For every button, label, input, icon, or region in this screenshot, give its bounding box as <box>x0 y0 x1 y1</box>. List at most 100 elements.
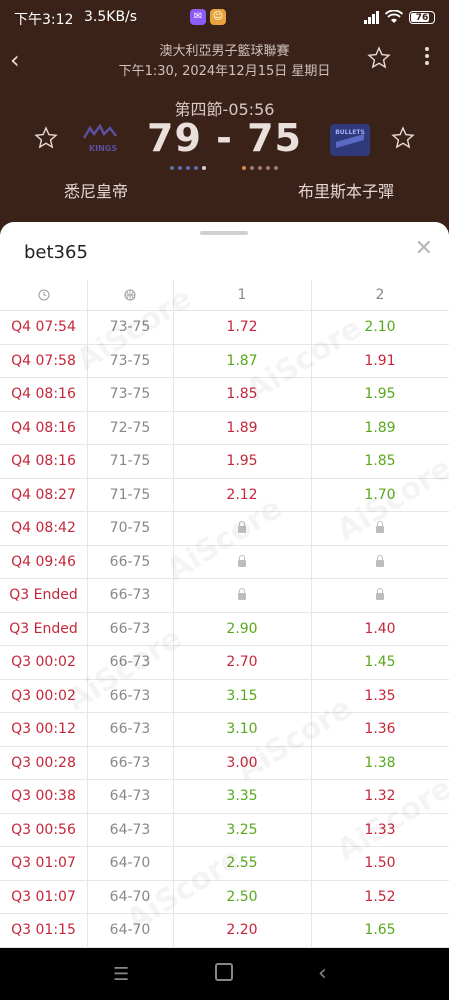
odds1-value: 2.12 <box>226 486 258 503</box>
row-score: 66-73 <box>109 587 151 603</box>
match-score: 79 - 75 <box>147 116 302 160</box>
row-time: Q4 09:46 <box>11 553 76 570</box>
row-score: 66-73 <box>109 687 151 704</box>
odds-table-row[interactable]: Q3 01:07 64-70 2.50 1.52 <box>0 881 449 914</box>
battery-icon: 76 <box>409 10 435 24</box>
svg-text:BULLETS: BULLETS <box>335 129 365 136</box>
odds1-value: 3.25 <box>226 821 258 838</box>
row-score: 64-73 <box>109 788 151 804</box>
more-options-icon[interactable] <box>425 44 431 68</box>
odds2-value: 1.40 <box>364 620 396 637</box>
odds2-value: 1.32 <box>364 788 396 804</box>
row-score: 71-75 <box>109 453 151 469</box>
odds-bottom-sheet: bet365 ✕ 1 2 Q4 07:54 73-75 1.72 2.10 Q4 07:… <box>0 222 449 948</box>
odds-table-row[interactable]: Q4 08:16 71-75 1.95 1.85 <box>0 445 449 479</box>
odds1-column-header: 1 <box>237 287 247 303</box>
odds-table-row[interactable]: Q3 01:07 64-70 2.55 1.50 <box>0 847 449 881</box>
odds1-value: 3.15 <box>226 687 258 704</box>
score-column-basketball-icon <box>87 280 173 310</box>
odds-table-row[interactable]: Q3 Ended 66-73 2.90 1.40 <box>0 613 449 646</box>
row-time: Q3 00:12 <box>11 721 76 737</box>
row-score: 71-75 <box>109 486 151 503</box>
odds2-value: 1.33 <box>364 821 396 838</box>
home-nav-icon[interactable] <box>215 963 233 986</box>
row-score: 73-75 <box>109 352 151 369</box>
row-score: 66-73 <box>109 654 151 670</box>
odds1-value: 3.10 <box>226 721 258 737</box>
odds1-value: 1.87 <box>226 352 258 369</box>
away-possession-dots <box>242 166 278 170</box>
wifi-icon <box>385 10 403 23</box>
network-speed: 3.5KB/s <box>84 9 138 25</box>
close-icon[interactable]: ✕ <box>415 236 433 261</box>
odds-table-row[interactable]: Q4 07:58 73-75 1.87 1.91 <box>0 345 449 378</box>
row-time: Q3 01:07 <box>11 888 76 905</box>
odds-table-row[interactable]: Q3 01:15 64-70 2.20 1.65 <box>0 914 449 948</box>
odds1-value: 2.50 <box>226 888 258 905</box>
odds2-value: 1.50 <box>364 855 396 871</box>
odds2-value: 1.45 <box>364 654 396 670</box>
row-score: 64-70 <box>109 922 151 938</box>
odds2-value <box>311 512 449 545</box>
odds-table-row[interactable]: Q4 07:54 73-75 1.72 2.10 <box>0 311 449 345</box>
odds2-value: 1.91 <box>364 352 396 369</box>
home-team-logo[interactable]: KINGS <box>78 120 128 160</box>
odds2-value: 1.89 <box>364 419 396 436</box>
odds-table-row[interactable]: Q3 00:28 66-73 3.00 1.38 <box>0 747 449 780</box>
odds2-value: 1.70 <box>364 486 396 503</box>
sheet-drag-handle[interactable] <box>200 231 248 235</box>
row-score: 64-73 <box>109 821 151 838</box>
row-time: Q4 07:58 <box>11 352 76 369</box>
row-time: Q3 00:28 <box>11 754 76 771</box>
status-bar: 下午3:12 3.5KB/s ✉ ☺ 76 <box>0 0 449 38</box>
home-team-name[interactable]: 悉尼皇帝 <box>64 178 128 202</box>
favorite-home-star-icon[interactable] <box>34 126 58 150</box>
row-time: Q3 00:02 <box>11 654 76 670</box>
odds-table-row[interactable]: Q4 09:46 66-75 <box>0 546 449 579</box>
row-score: 66-75 <box>109 553 151 570</box>
app-notification-icon: ☺ <box>210 9 226 25</box>
odds1-value <box>173 546 311 579</box>
row-time: Q4 07:54 <box>11 319 76 335</box>
odds-table-row[interactable]: Q3 00:38 64-73 3.35 1.32 <box>0 780 449 814</box>
back-nav-icon[interactable]: ‹ <box>318 961 327 986</box>
svg-text:KINGS: KINGS <box>89 144 117 153</box>
odds2-value: 1.95 <box>364 386 396 402</box>
odds-table-row[interactable]: Q3 00:12 66-73 3.10 1.36 <box>0 713 449 747</box>
away-team-logo[interactable]: BULLETS <box>324 120 376 162</box>
row-score: 72-75 <box>109 419 151 436</box>
row-time: Q4 08:16 <box>11 386 76 402</box>
odds-table-row[interactable]: Q3 00:02 66-73 2.70 1.45 <box>0 646 449 680</box>
odds1-value: 2.20 <box>226 922 258 938</box>
row-score: 66-73 <box>109 721 151 737</box>
system-nav-bar: ☰ ‹ <box>0 948 449 1000</box>
odds1-value <box>173 512 311 545</box>
lock-icon <box>238 588 246 600</box>
odds-table-row[interactable]: Q4 08:27 71-75 2.12 1.70 <box>0 479 449 512</box>
odds1-value: 3.35 <box>226 788 258 804</box>
favorite-match-star-icon[interactable] <box>367 46 391 70</box>
odds-table-row[interactable]: Q3 00:02 66-73 3.15 1.35 <box>0 680 449 713</box>
favorite-away-star-icon[interactable] <box>391 126 415 150</box>
row-time: Q4 08:42 <box>11 520 76 536</box>
row-score: 73-75 <box>109 386 151 402</box>
odds-table-row[interactable]: Q3 00:56 64-73 3.25 1.33 <box>0 814 449 847</box>
row-score: 64-70 <box>109 888 151 905</box>
odds1-value: 2.70 <box>226 654 258 670</box>
row-time: Q3 01:15 <box>11 922 76 938</box>
odds2-value: 1.38 <box>364 754 396 771</box>
row-time: Q3 Ended <box>9 587 78 603</box>
odds-table-row[interactable]: Q4 08:16 73-75 1.85 1.95 <box>0 378 449 412</box>
odds1-value: 3.00 <box>226 754 258 771</box>
menu-nav-icon[interactable]: ☰ <box>113 964 129 985</box>
lock-icon <box>238 554 246 567</box>
odds1-value: 1.89 <box>226 419 258 436</box>
row-score: 73-75 <box>109 319 151 335</box>
odds-table-row[interactable]: Q4 08:42 70-75 <box>0 512 449 546</box>
odds2-value: 2.10 <box>364 319 396 335</box>
row-score: 70-75 <box>109 520 151 536</box>
odds-table-row[interactable]: Q4 08:16 72-75 1.89 1.89 <box>0 412 449 445</box>
odds-table-row[interactable]: Q3 Ended 66-73 <box>0 579 449 613</box>
lock-icon <box>376 588 384 600</box>
away-team-name[interactable]: 布里斯本子彈 <box>298 178 394 202</box>
